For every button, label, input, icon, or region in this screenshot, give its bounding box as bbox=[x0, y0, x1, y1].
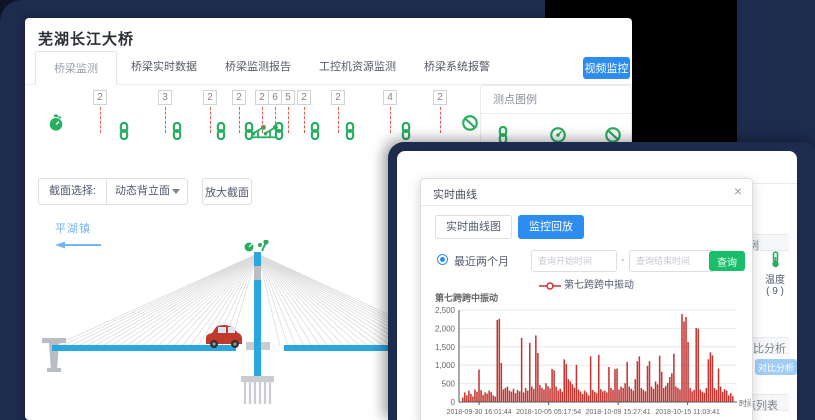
sensor-count-badge: 2 bbox=[331, 90, 345, 105]
temperature-label: 温度 bbox=[755, 271, 795, 286]
query-end-time-input[interactable] bbox=[629, 250, 715, 272]
sensor-count-badge: 4 bbox=[383, 90, 397, 105]
temperature-count: ( 9 ) bbox=[755, 286, 795, 297]
bridge-pier-base bbox=[47, 368, 61, 372]
svg-text:1,500: 1,500 bbox=[435, 343, 456, 352]
compare-analysis-button[interactable]: 对比分析 bbox=[755, 359, 797, 375]
query-start-time-input[interactable] bbox=[531, 250, 617, 272]
link-icon[interactable] bbox=[397, 122, 415, 140]
recent-two-months-label: 最近两个月 bbox=[454, 253, 509, 269]
legend-series-label: 第七跨跨中振动 bbox=[564, 280, 634, 291]
sensor-lead-line bbox=[440, 107, 441, 133]
bridge-piles bbox=[245, 382, 270, 404]
sensor-lead-line bbox=[210, 107, 211, 133]
link-icon[interactable] bbox=[168, 122, 186, 140]
sensor-lead-line bbox=[100, 107, 101, 133]
sensor-count-badge: 2 bbox=[232, 90, 246, 105]
sensor-count-badge: 3 bbox=[158, 90, 172, 105]
close-icon[interactable]: × bbox=[734, 183, 742, 199]
sensor-lead-line bbox=[288, 107, 289, 133]
dialog-tabs: 实时曲线图 监控回放 bbox=[435, 215, 590, 239]
main-tab-2[interactable]: 桥梁监测报告 bbox=[211, 58, 305, 84]
svg-text:2,500: 2,500 bbox=[435, 306, 456, 315]
svg-text:1,000: 1,000 bbox=[435, 361, 456, 370]
svg-text:时间: 时间 bbox=[739, 398, 751, 408]
sensor-count-badge: 2 bbox=[433, 90, 447, 105]
main-tab-4[interactable]: 桥梁系统报警 bbox=[410, 58, 504, 84]
section-select-label: 截面选择: bbox=[39, 179, 107, 204]
main-tab-3[interactable]: 工控机资源监测 bbox=[305, 58, 410, 84]
bridge-tower-band bbox=[254, 266, 261, 280]
sensor-count-badge: 6 bbox=[268, 90, 282, 105]
section-select-value: 动态背立面 bbox=[115, 185, 170, 197]
link-icon[interactable] bbox=[341, 122, 359, 140]
prohibit-icon[interactable] bbox=[461, 114, 479, 132]
zoom-section-button[interactable]: 放大截面 bbox=[202, 178, 252, 205]
link-icon[interactable] bbox=[212, 122, 230, 140]
link-icon[interactable] bbox=[270, 122, 288, 140]
bridge-deck-left bbox=[52, 345, 236, 351]
popup-page: 测点图例 温度 ( 9 ) 对比分析 对比分析 测点列表 bbox=[397, 151, 797, 420]
stopwatch-icon[interactable] bbox=[47, 114, 65, 132]
svg-text:500: 500 bbox=[442, 380, 456, 389]
main-tab-1[interactable]: 桥梁实时数据 bbox=[117, 58, 211, 84]
link-icon[interactable] bbox=[115, 122, 133, 140]
chevron-down-icon bbox=[172, 189, 180, 194]
chart-legend[interactable]: 第七跨跨中振动 bbox=[421, 276, 752, 291]
direction-label: 平湖镇 bbox=[55, 220, 103, 236]
section-select-group: 截面选择: 动态背立面 bbox=[38, 178, 188, 205]
sensor-count-badge: 2 bbox=[255, 90, 269, 105]
sensor-count-badge: 2 bbox=[93, 90, 107, 105]
svg-text:2018-10-09 15:27:41: 2018-10-09 15:27:41 bbox=[586, 409, 651, 416]
recent-two-months-radio[interactable] bbox=[437, 254, 448, 265]
vibration-chart: 0 500 1,000 1,500 2,000 2,500 2018-09-30 16:01… bbox=[425, 301, 751, 420]
bridge-foundation bbox=[241, 376, 274, 382]
temperature-item[interactable]: 温度 ( 9 ) bbox=[755, 251, 795, 297]
sensor-count-badge: 5 bbox=[281, 90, 295, 105]
svg-text:2018-09-30 16:01:44: 2018-09-30 16:01:44 bbox=[447, 409, 512, 416]
svg-text:2018-10-15 11:03:41: 2018-10-15 11:03:41 bbox=[655, 409, 720, 416]
sensor-lead-line bbox=[165, 107, 166, 133]
sensor-count-badge: 2 bbox=[297, 90, 311, 105]
legend-marker-icon bbox=[539, 282, 561, 290]
main-tabbar: 桥梁监测桥梁实时数据桥梁监测报告工控机资源监测桥梁系统报警 bbox=[25, 54, 632, 85]
range-separator: - bbox=[621, 254, 625, 266]
link-icon[interactable] bbox=[306, 122, 324, 140]
realtime-curve-dialog: 实时曲线 × 实时曲线图 监控回放 最近两个月 - 查询 bbox=[420, 178, 753, 420]
sensor-lead-line bbox=[390, 107, 391, 133]
legend-panel-title: 测点图例 bbox=[481, 86, 631, 114]
svg-text:2,000: 2,000 bbox=[435, 324, 456, 333]
section-select-dropdown[interactable]: 动态背立面 bbox=[107, 179, 187, 204]
page-title: 芜湖长江大桥 bbox=[38, 28, 134, 49]
bridge-diagram bbox=[28, 240, 398, 418]
thermometer-icon bbox=[768, 251, 783, 268]
sensor-lead-line bbox=[338, 107, 339, 133]
tower-sensor-icons[interactable] bbox=[245, 240, 269, 252]
query-button[interactable]: 查询 bbox=[709, 251, 745, 271]
video-monitor-button[interactable]: 视频监控 bbox=[583, 57, 630, 79]
svg-text:2018-10-05 05:17:54: 2018-10-05 05:17:54 bbox=[516, 409, 581, 416]
tab-monitor-playback[interactable]: 监控回放 bbox=[518, 215, 584, 239]
bridge-deck-right bbox=[284, 345, 398, 351]
bridge-pier-cap bbox=[42, 338, 66, 343]
dialog-title: 实时曲线 bbox=[433, 186, 477, 202]
dialog-header: 实时曲线 × bbox=[421, 179, 752, 206]
main-tab-0[interactable]: 桥梁监测 bbox=[35, 51, 117, 85]
car bbox=[206, 325, 242, 348]
svg-text:0: 0 bbox=[451, 398, 456, 407]
query-filter-row: 最近两个月 - 查询 bbox=[421, 249, 752, 273]
tab-realtime-curve[interactable]: 实时曲线图 bbox=[435, 215, 512, 239]
screen: 芜湖长江大桥 桥梁监测桥梁实时数据桥梁监测报告工控机资源监测桥梁系统报警 视频监… bbox=[0, 0, 815, 420]
sensor-lead-line bbox=[304, 107, 305, 133]
popup-window: 测点图例 温度 ( 9 ) 对比分析 对比分析 测点列表 bbox=[388, 142, 815, 420]
sensor-count-badge: 2 bbox=[203, 90, 217, 105]
